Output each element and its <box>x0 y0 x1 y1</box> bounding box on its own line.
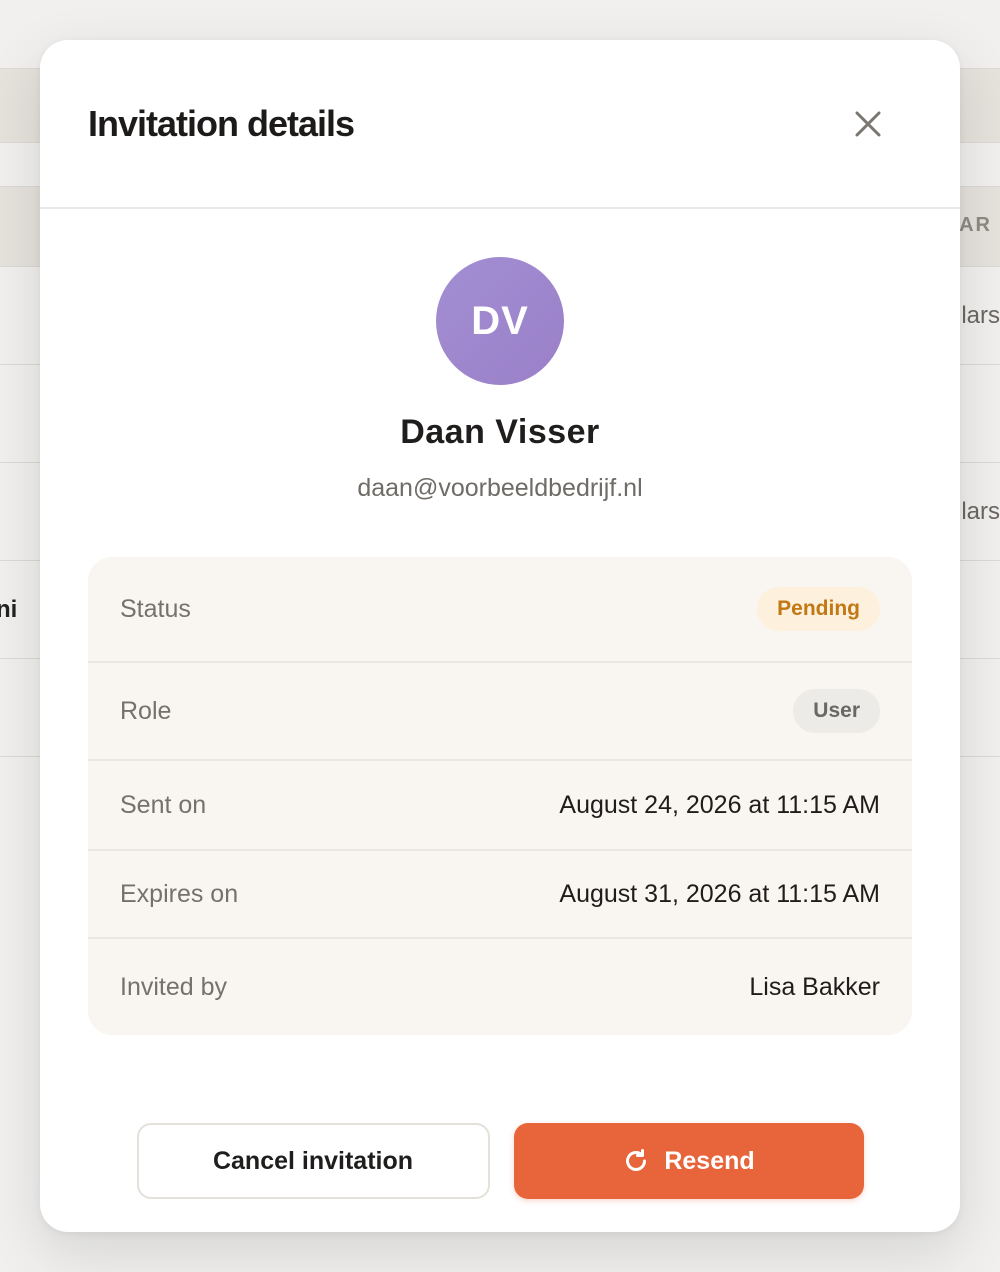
detail-row-expires: Expires on August 31, 2026 at 11:15 AM <box>88 851 912 939</box>
expires-on-value: August 31, 2026 at 11:15 AM <box>559 879 880 908</box>
invited-by-label: Invited by <box>120 972 228 1001</box>
background-cell: ni <box>0 596 18 623</box>
sent-on-value: August 24, 2026 at 11:15 AM <box>559 790 880 819</box>
modal-actions: Cancel invitation Resend <box>40 1123 960 1199</box>
avatar: DV <box>436 257 564 385</box>
invitation-details-modal: Invitation details DV Daan Visser daan@v… <box>40 40 960 1232</box>
invitee-email: daan@voorbeeldbedrijf.nl <box>357 474 643 502</box>
expires-on-label: Expires on <box>120 879 239 908</box>
invitee-profile: DV Daan Visser daan@voorbeeldbedrijf.nl <box>40 209 960 503</box>
resend-button[interactable]: Resend <box>513 1123 864 1199</box>
cancel-invitation-button[interactable]: Cancel invitation <box>136 1123 490 1199</box>
close-icon <box>855 111 881 136</box>
detail-row-invited-by: Invited by Lisa Bakker <box>88 939 912 1035</box>
role-badge: User <box>793 689 880 733</box>
detail-row-sent: Sent on August 24, 2026 at 11:15 AM <box>88 761 912 851</box>
close-button[interactable] <box>848 104 888 144</box>
modal-title: Invitation details <box>88 102 355 144</box>
background-cell: lars <box>961 498 1000 525</box>
status-label: Status <box>120 594 191 623</box>
role-label: Role <box>120 696 172 725</box>
refresh-icon <box>626 1149 647 1171</box>
modal-header: Invitation details <box>40 40 960 209</box>
background-column-header: AR <box>959 214 992 236</box>
sent-on-label: Sent on <box>120 790 207 819</box>
detail-row-role: Role User <box>88 663 912 761</box>
invited-by-value: Lisa Bakker <box>749 972 880 1001</box>
detail-row-status: Status Pending <box>88 557 912 663</box>
resend-label: Resend <box>664 1146 755 1175</box>
status-badge: Pending <box>757 587 880 631</box>
background-cell: lars <box>961 302 1000 329</box>
cancel-invitation-label: Cancel invitation <box>212 1146 414 1175</box>
invitee-name: Daan Visser <box>400 413 600 451</box>
invitation-details-panel: Status Pending Role User Sent on August … <box>88 557 912 1035</box>
